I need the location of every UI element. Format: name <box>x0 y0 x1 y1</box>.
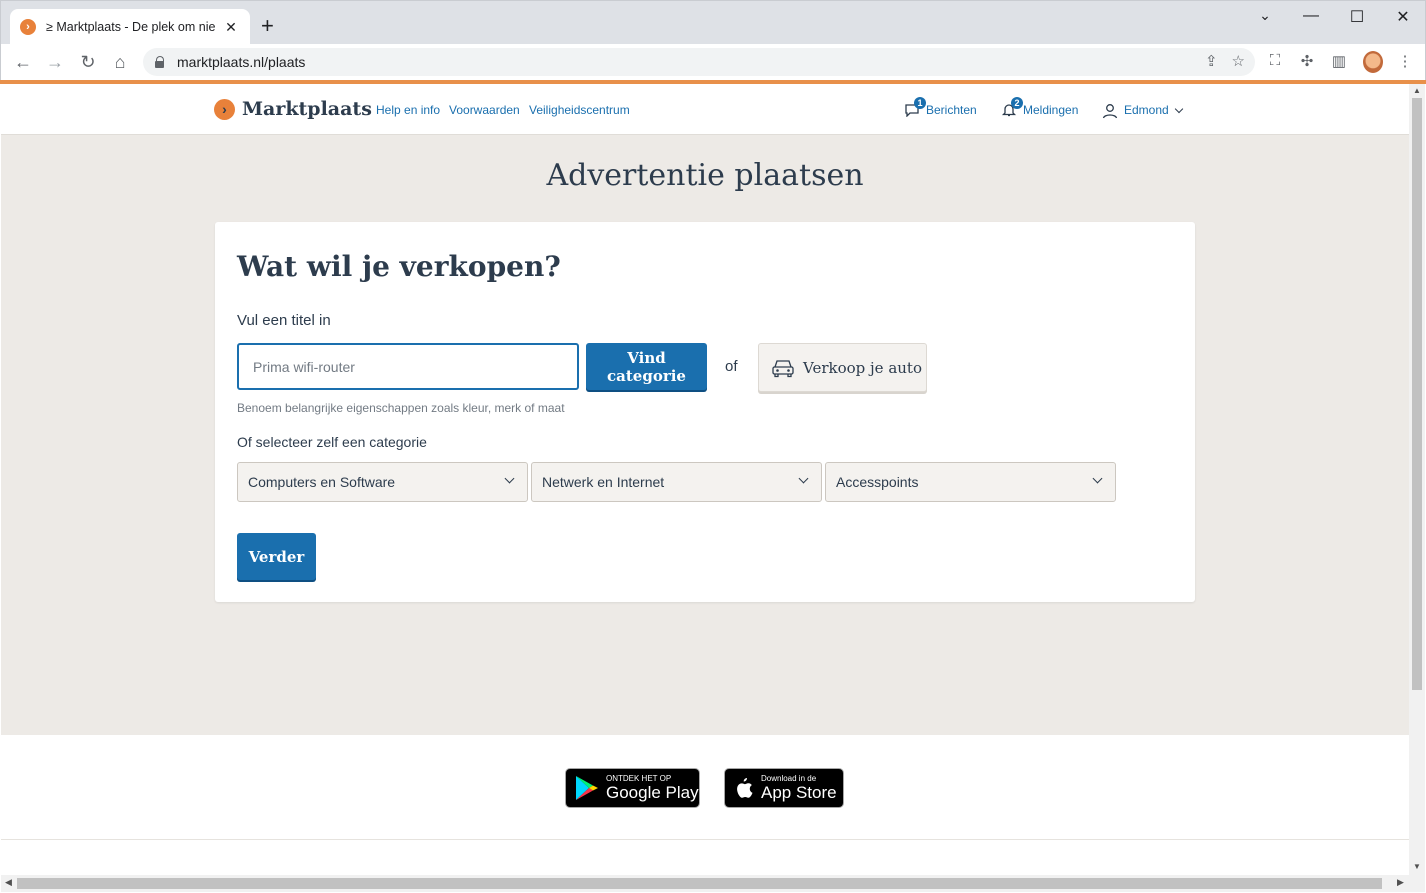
user-name: Edmond <box>1124 103 1169 117</box>
scroll-left-arrow-icon[interactable]: ◀ <box>5 877 12 888</box>
card-heading: Wat wil je verkopen? <box>237 250 561 283</box>
logo-text: Marktplaats <box>242 98 372 120</box>
messages-count-badge: 1 <box>914 97 926 109</box>
chat-bubble-icon: 1 <box>904 97 926 118</box>
reload-icon[interactable]: ↻ <box>76 50 100 74</box>
page-title: Advertentie plaatsen <box>546 158 864 193</box>
scroll-down-arrow-icon[interactable]: ▼ <box>1413 862 1421 871</box>
user-icon <box>1102 103 1118 119</box>
find-category-button[interactable]: Vind categorie <box>586 343 707 390</box>
url-text[interactable]: marktplaats.nl/plaats <box>177 54 305 70</box>
window-close-button[interactable]: ✕ <box>1388 7 1418 27</box>
forward-arrow-icon[interactable]: → <box>43 50 67 74</box>
user-menu[interactable]: Edmond <box>1102 103 1183 119</box>
next-button[interactable]: Verder <box>237 533 316 580</box>
terms-link[interactable]: Voorwaarden <box>449 103 520 117</box>
apple-icon <box>737 778 753 798</box>
logo-mark-icon: › <box>214 98 235 120</box>
chevron-down-icon <box>798 473 809 484</box>
notifications-label: Meldingen <box>1023 103 1079 117</box>
menu-kebab-icon[interactable]: ⋮ <box>1395 52 1415 70</box>
horizontal-scrollbar[interactable]: ◀ ▶ <box>1 875 1425 892</box>
address-bar[interactable]: marktplaats.nl/plaats ⇪ ☆ <box>143 48 1255 76</box>
tab-search-chevron-icon[interactable]: ⌄ <box>1250 7 1280 24</box>
screenshot-icon[interactable]: ⛶ <box>1265 52 1285 69</box>
share-icon[interactable]: ⇪ <box>1205 52 1218 70</box>
help-link[interactable]: Help en info <box>376 103 440 117</box>
or-text: of <box>725 358 738 375</box>
new-tab-button[interactable]: + <box>261 15 274 37</box>
marktplaats-logo[interactable]: › Marktplaats <box>214 98 372 120</box>
marktplaats-favicon-icon: › <box>20 19 36 35</box>
browser-toolbar: ← → ↻ ⌂ marktplaats.nl/plaats ⇪ ☆ ⛶ ✣ ▥ … <box>0 44 1426 80</box>
bookmark-star-icon[interactable]: ☆ <box>1232 52 1245 70</box>
vertical-scrollbar[interactable]: ▲ ▼ <box>1409 84 1425 875</box>
site-header: › Marktplaats Help en info Voorwaarden V… <box>1 84 1409 135</box>
vertical-scroll-thumb[interactable] <box>1412 98 1422 690</box>
page-viewport: › Marktplaats Help en info Voorwaarden V… <box>1 84 1409 875</box>
place-ad-card: Wat wil je verkopen? Vul een titel in Vi… <box>215 222 1195 602</box>
horizontal-scroll-thumb[interactable] <box>17 878 1382 889</box>
extensions-puzzle-icon[interactable]: ✣ <box>1297 52 1317 70</box>
chevron-down-icon <box>504 473 515 484</box>
notifications-count-badge: 2 <box>1011 97 1023 109</box>
safety-center-link[interactable]: Veiligheidscentrum <box>529 103 630 117</box>
category-select-level3[interactable]: Accesspoints <box>825 462 1116 502</box>
browser-tabbar: › ≥ Marktplaats - De plek om nieuwe ✕ + … <box>0 0 1426 45</box>
messages-label: Berichten <box>926 103 977 117</box>
bell-icon: 2 <box>1001 97 1023 117</box>
scroll-up-arrow-icon[interactable]: ▲ <box>1413 86 1421 95</box>
chevron-down-icon <box>1092 473 1103 484</box>
chevron-down-icon <box>1174 104 1183 113</box>
select-value: Netwerk en Internet <box>542 474 665 490</box>
footer-divider <box>1 839 1409 840</box>
google-play-icon <box>576 776 598 800</box>
tab-close-icon[interactable]: ✕ <box>222 19 240 36</box>
window-maximize-button[interactable]: ☐ <box>1342 7 1372 27</box>
category-select-level1[interactable]: Computers en Software <box>237 462 528 502</box>
scroll-right-arrow-icon[interactable]: ▶ <box>1397 877 1404 888</box>
back-arrow-icon[interactable]: ← <box>11 50 35 74</box>
app-store-badge[interactable]: Download in de App Store <box>724 768 844 808</box>
google-play-badge[interactable]: ONTDEK HET OP Google Play <box>565 768 700 808</box>
notifications-nav[interactable]: 2 Meldingen <box>1001 97 1079 117</box>
side-panel-icon[interactable]: ▥ <box>1329 52 1349 70</box>
select-value: Computers en Software <box>248 474 396 490</box>
profile-avatar[interactable] <box>1363 51 1383 73</box>
title-field-label: Vul een titel in <box>237 312 331 329</box>
home-icon[interactable]: ⌂ <box>108 50 132 74</box>
browser-tab[interactable]: › ≥ Marktplaats - De plek om nieuwe ✕ <box>10 9 250 45</box>
app-store-small-text: Download in de <box>761 774 817 783</box>
messages-nav[interactable]: 1 Berichten <box>904 97 977 118</box>
car-icon <box>772 359 794 377</box>
select-value: Accesspoints <box>836 474 919 490</box>
sell-car-label: Verkoop je auto <box>803 358 922 377</box>
google-play-big-text: Google Play <box>606 783 699 802</box>
app-store-big-text: App Store <box>761 783 837 802</box>
site-footer: ONTDEK HET OP Google Play Download in de… <box>1 735 1409 875</box>
lock-icon[interactable] <box>155 56 165 68</box>
category-select-level2[interactable]: Netwerk en Internet <box>531 462 822 502</box>
ad-title-input[interactable] <box>237 343 579 390</box>
tab-title: ≥ Marktplaats - De plek om nieuwe <box>46 20 216 34</box>
sell-car-button[interactable]: Verkoop je auto <box>758 343 927 392</box>
title-helper-text: Benoem belangrijke eigenschappen zoals k… <box>237 401 565 415</box>
category-label: Of selecteer zelf een categorie <box>237 434 427 450</box>
window-minimize-button[interactable]: — <box>1296 7 1326 25</box>
google-play-small-text: ONTDEK HET OP <box>606 774 672 783</box>
